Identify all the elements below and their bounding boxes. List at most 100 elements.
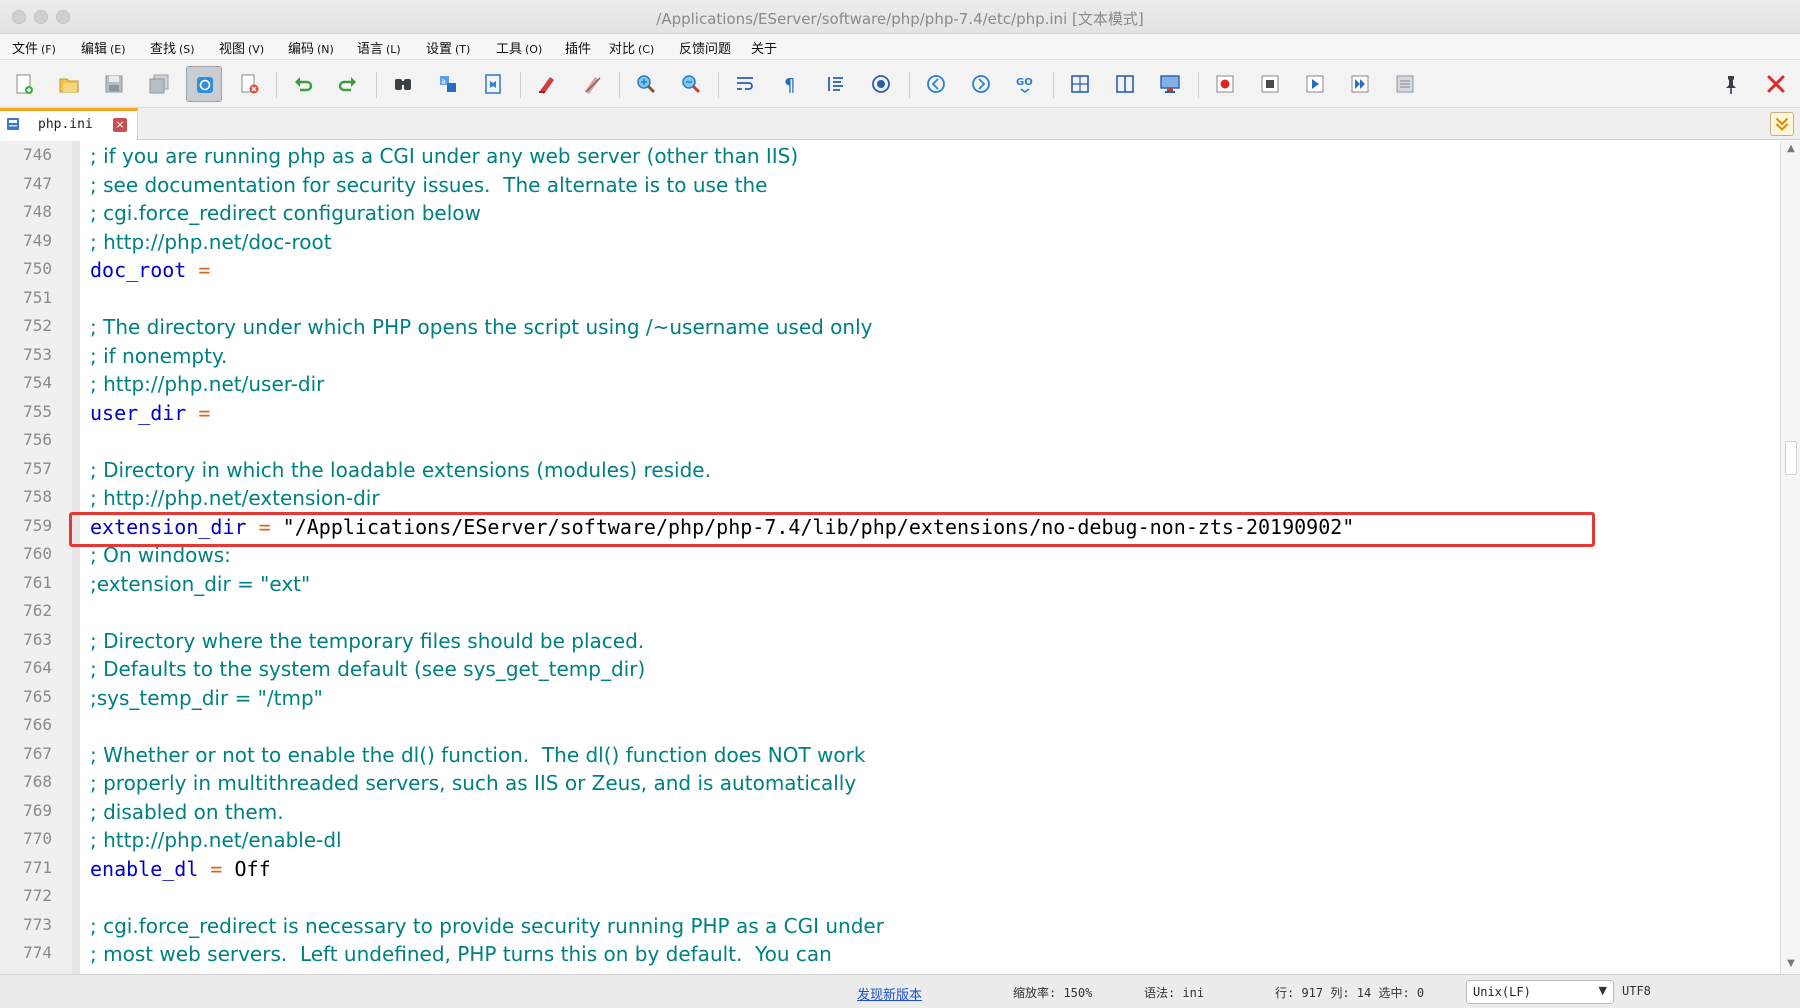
code-line: 769 ; disabled on them. [0, 798, 1780, 826]
syntax-mode[interactable]: 语法: ini [1144, 984, 1204, 1001]
indent-guide-button[interactable] [818, 66, 854, 102]
auto-save-button[interactable] [186, 66, 222, 102]
toolbar: a ¶ GO [0, 60, 1800, 108]
vertical-scrollbar[interactable]: ▲ ▼ [1780, 141, 1800, 974]
scrollbar-thumb[interactable] [1785, 441, 1797, 475]
menu-item[interactable]: 编码 (N) [288, 38, 334, 57]
focus-button[interactable] [863, 66, 899, 102]
code-line: 767 ; Whether or not to enable the dl() f… [0, 741, 1780, 769]
save-macro-button[interactable] [1387, 66, 1423, 102]
run-macro-multiple-button[interactable] [1342, 66, 1378, 102]
stop-macro-icon [1261, 75, 1279, 93]
menu-item[interactable]: 对比 (C) [609, 38, 654, 57]
menu-item-shortcut: (N) [317, 43, 334, 56]
setting-line: extension_dir = "/Applications/EServer/s… [90, 513, 1354, 541]
file-icon [7, 118, 19, 130]
line-number: 753 [23, 345, 52, 364]
encoding[interactable]: UTF8 [1622, 984, 1651, 998]
window-title: /Applications/EServer/software/php/php-7… [656, 10, 1144, 28]
setting-key: enable_dl [90, 857, 199, 881]
code-line: 764 ; Defaults to the system default (see… [0, 655, 1780, 683]
setting-line: doc_root = [90, 256, 210, 284]
replace-icon: a [440, 76, 456, 92]
menu-item[interactable]: 工具 (O) [496, 38, 542, 57]
tab-label: php.ini [38, 117, 93, 132]
menu-item[interactable]: 编辑 (E) [81, 38, 126, 57]
menu-item[interactable]: 查找 (S) [150, 38, 195, 57]
close-file-button[interactable] [231, 66, 267, 102]
chevron-down-icon: ▼ [1598, 984, 1607, 997]
line-number: 774 [23, 943, 52, 962]
open-file-button[interactable] [51, 66, 87, 102]
undo-icon [295, 77, 313, 92]
menu-item[interactable]: 语言 (L) [357, 38, 401, 57]
cursor-position: 行: 917 列: 14 选中: 0 [1275, 986, 1425, 1000]
play-macro-button[interactable] [1297, 66, 1333, 102]
menu-bar: 文件 (F) 编辑 (E) 查找 (S) 视图 (V) 编码 (N) 语言 (L) 设置 (T) 工具 (O)… [0, 34, 1800, 60]
comment-line: ; Directory in which the loadable extens… [90, 458, 711, 482]
code-editor[interactable]: 746 ; if you are running php as a CGI und… [0, 141, 1800, 974]
compare-icon [1116, 75, 1134, 93]
replace-button[interactable]: a [430, 66, 466, 102]
save-button[interactable] [96, 66, 132, 102]
find-button[interactable] [385, 66, 421, 102]
bookmark-button[interactable] [475, 66, 511, 102]
code-line: 752 ; The directory under which PHP opens… [0, 313, 1780, 341]
new-file-button[interactable] [6, 66, 42, 102]
stop-macro-button[interactable] [1252, 66, 1288, 102]
redo-icon [338, 77, 356, 92]
line-ending-select[interactable]: Unix(LF) ▼ [1466, 980, 1614, 1004]
zoom-out-button[interactable] [673, 66, 709, 102]
undo-button[interactable] [285, 66, 321, 102]
menu-item[interactable]: 插件 [565, 38, 591, 57]
comment-line: ;sys_temp_dir = "/tmp" [90, 686, 323, 710]
tab-php-ini[interactable]: php.ini × [0, 108, 138, 140]
save-all-button[interactable] [141, 66, 177, 102]
word-wrap-button[interactable] [727, 66, 763, 102]
line-number: 746 [23, 145, 52, 164]
menu-item-label: 对比 [609, 42, 636, 57]
split-view-button[interactable] [1062, 66, 1098, 102]
code-line: 765 ;sys_temp_dir = "/tmp" [0, 684, 1780, 712]
zoom-level: 缩放率: 150% [1013, 986, 1093, 1000]
setting-line: user_dir = [90, 399, 210, 427]
compare-button[interactable] [1107, 66, 1143, 102]
code-line: 748 ; cgi.force_redirect configuration be… [0, 199, 1780, 227]
clear-mark-button[interactable] [574, 66, 610, 102]
close-button[interactable] [1758, 66, 1794, 102]
goto-button[interactable]: GO [1008, 66, 1044, 102]
scroll-down-arrow-icon[interactable]: ▼ [1781, 958, 1800, 972]
menu-item[interactable]: 视图 (V) [219, 38, 264, 57]
redo-button[interactable] [330, 66, 366, 102]
menu-item[interactable]: 反馈问题 [679, 38, 731, 57]
line-number: 758 [23, 487, 52, 506]
comment-line: ; if you are running php as a CGI under … [90, 144, 799, 168]
scroll-up-arrow-icon[interactable]: ▲ [1781, 143, 1800, 157]
tab-close-icon[interactable]: × [113, 118, 127, 132]
pin-button[interactable] [1713, 66, 1749, 102]
setting-operator: = [246, 515, 271, 539]
menu-item[interactable]: 关于 [751, 38, 777, 57]
record-macro-button[interactable] [1207, 66, 1243, 102]
back-button[interactable] [918, 66, 954, 102]
mark-button[interactable] [529, 66, 565, 102]
menu-item-label: 语言 [357, 42, 384, 57]
comment-line: ; Whether or not to enable the dl() func… [90, 743, 866, 767]
show-symbols-button[interactable]: ¶ [772, 66, 808, 102]
new-version-link[interactable]: 发现新版本 [857, 984, 922, 1003]
setting-key: user_dir [90, 401, 187, 425]
menu-item-label: 反馈问题 [679, 42, 732, 57]
menu-item[interactable]: 文件 (F) [12, 38, 56, 57]
menu-item[interactable]: 设置 (T) [426, 38, 470, 57]
line-number: 759 [23, 516, 52, 535]
tab-list-button[interactable] [1770, 112, 1794, 136]
line-number: 767 [23, 744, 52, 763]
back-icon [927, 75, 945, 93]
setting-operator: = [186, 401, 211, 425]
code-line: 753 ; if nonempty. [0, 342, 1780, 370]
forward-button[interactable] [963, 66, 999, 102]
zoom-in-button[interactable] [628, 66, 664, 102]
monitor-button[interactable] [1152, 66, 1188, 102]
setting-value: Off [222, 857, 271, 881]
comment-line: ; see documentation for security issues.… [90, 173, 768, 197]
